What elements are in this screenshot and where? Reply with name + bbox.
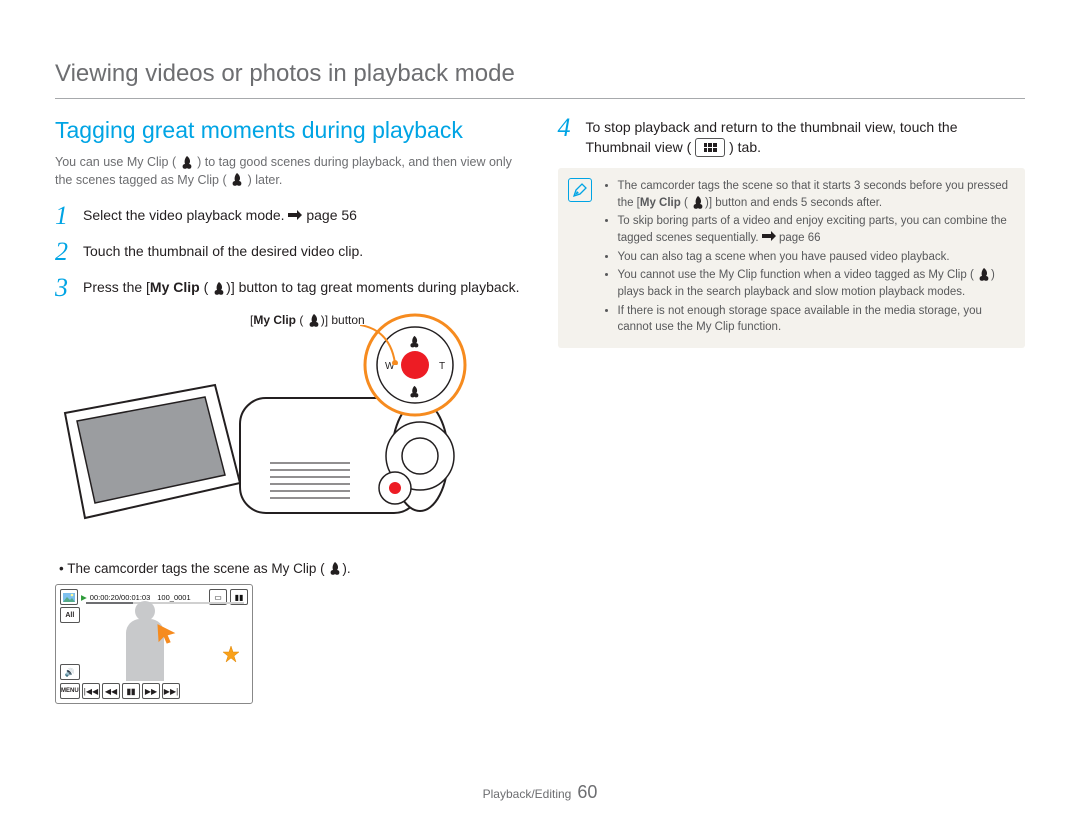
camcorder-figure: [My Clip ( )] button <box>55 313 523 553</box>
callout-leader-line <box>360 325 400 365</box>
step-3: 3 Press the [My Clip ( )] button to tag … <box>55 277 523 303</box>
playback-screen-mock: ▶ 00:00:20/00:01:03 100_0001 ▭ ▮▮ All 🔊 … <box>55 584 253 704</box>
myclip-icon <box>328 561 342 575</box>
myclip-icon <box>307 313 321 327</box>
photo-mode-icon <box>60 589 78 605</box>
note-pencil-icon <box>568 178 592 202</box>
myclip-star-icon <box>222 645 240 663</box>
note-item: If there is not enough storage space ava… <box>618 303 1012 336</box>
step-number: 4 <box>558 115 586 141</box>
fast-forward-icon: ▶▶ <box>142 683 160 699</box>
camcorder-illustration: W T <box>55 313 515 533</box>
volume-icon: 🔊 <box>60 664 80 680</box>
play-indicator-icon: ▶ <box>81 593 87 602</box>
right-column: 4 To stop playback and return to the thu… <box>558 117 1026 704</box>
note-item: To skip boring parts of a video and enjo… <box>618 213 1012 246</box>
page-footer: Playback/Editing60 <box>0 782 1080 803</box>
sub-bullet: • The camcorder tags the scene as My Cli… <box>59 561 523 576</box>
section-title: Tagging great moments during playback <box>55 117 523 144</box>
step-1: 1 Select the video playback mode. page 5… <box>55 205 523 231</box>
myclip-icon <box>977 267 991 281</box>
progress-bar <box>86 602 244 604</box>
pause-icon: ▮▮ <box>122 683 140 699</box>
myclip-icon <box>230 172 244 186</box>
step-number: 2 <box>55 239 83 265</box>
step-number: 3 <box>55 275 83 301</box>
step-number: 1 <box>55 203 83 229</box>
pageref-arrow-icon <box>762 231 776 241</box>
all-filter-button: All <box>60 607 80 623</box>
myclip-icon <box>212 280 226 294</box>
callout-label: [My Clip ( )] button <box>250 313 365 328</box>
note-item: You can also tag a scene when you have p… <box>618 249 1012 266</box>
svg-text:T: T <box>439 361 445 372</box>
skip-next-icon: ▶▶| <box>162 683 180 699</box>
menu-button: MENU <box>60 683 80 699</box>
note-item: You cannot use the My Clip function when… <box>618 267 1012 300</box>
rewind-icon: ◀◀ <box>102 683 120 699</box>
left-column: Tagging great moments during playback Yo… <box>55 117 523 704</box>
pageref-arrow-icon <box>288 210 302 220</box>
intro-text: You can use My Clip ( ) to tag good scen… <box>55 154 523 189</box>
step-2: 2 Touch the thumbnail of the desired vid… <box>55 241 523 267</box>
filename: 100_0001 <box>157 593 190 602</box>
note-box: The camcorder tags the scene so that it … <box>558 168 1026 348</box>
thumbnail-view-icon <box>695 138 725 157</box>
touch-cursor-icon <box>156 623 178 645</box>
myclip-icon <box>180 155 194 169</box>
page-title: Viewing videos or photos in playback mod… <box>55 60 1025 99</box>
skip-prev-icon: |◀◀ <box>82 683 100 699</box>
note-item: The camcorder tags the scene so that it … <box>618 178 1012 211</box>
myclip-icon <box>691 195 705 209</box>
step-4: 4 To stop playback and return to the thu… <box>558 117 1026 158</box>
